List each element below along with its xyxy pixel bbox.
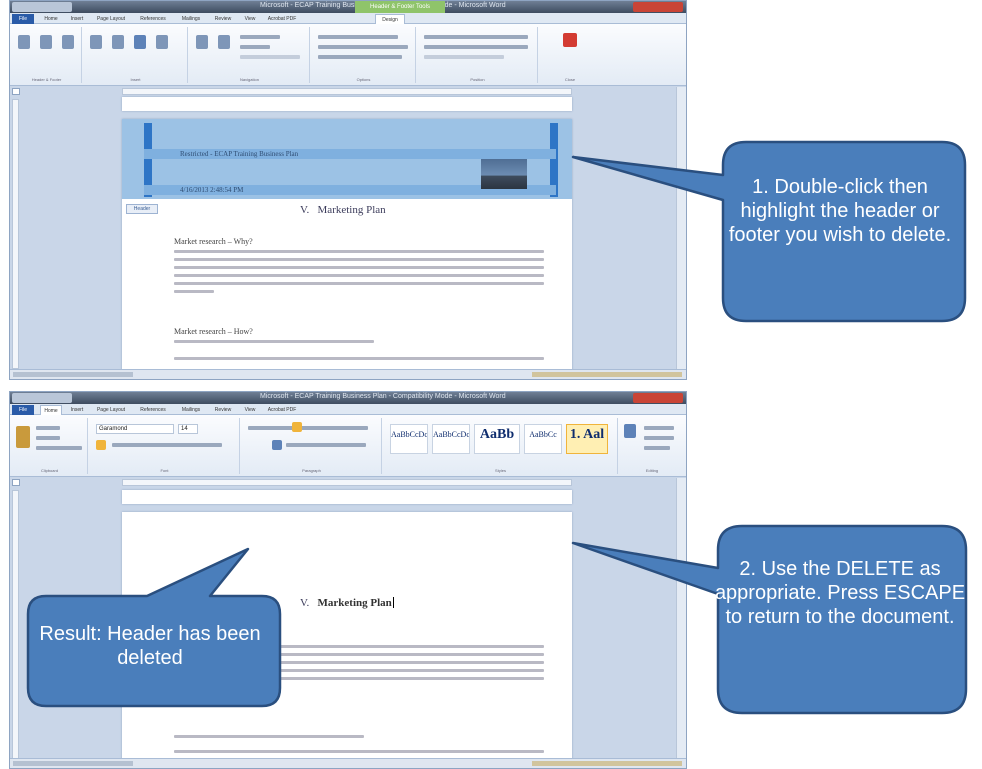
callout-result-text: Result: Header has been deleted <box>39 623 261 669</box>
callout-step2-text: 2. Use the DELETE as appropriate. Press … <box>714 558 966 628</box>
callout-step1-text: 1. Double-click then highlight the heade… <box>728 176 952 246</box>
